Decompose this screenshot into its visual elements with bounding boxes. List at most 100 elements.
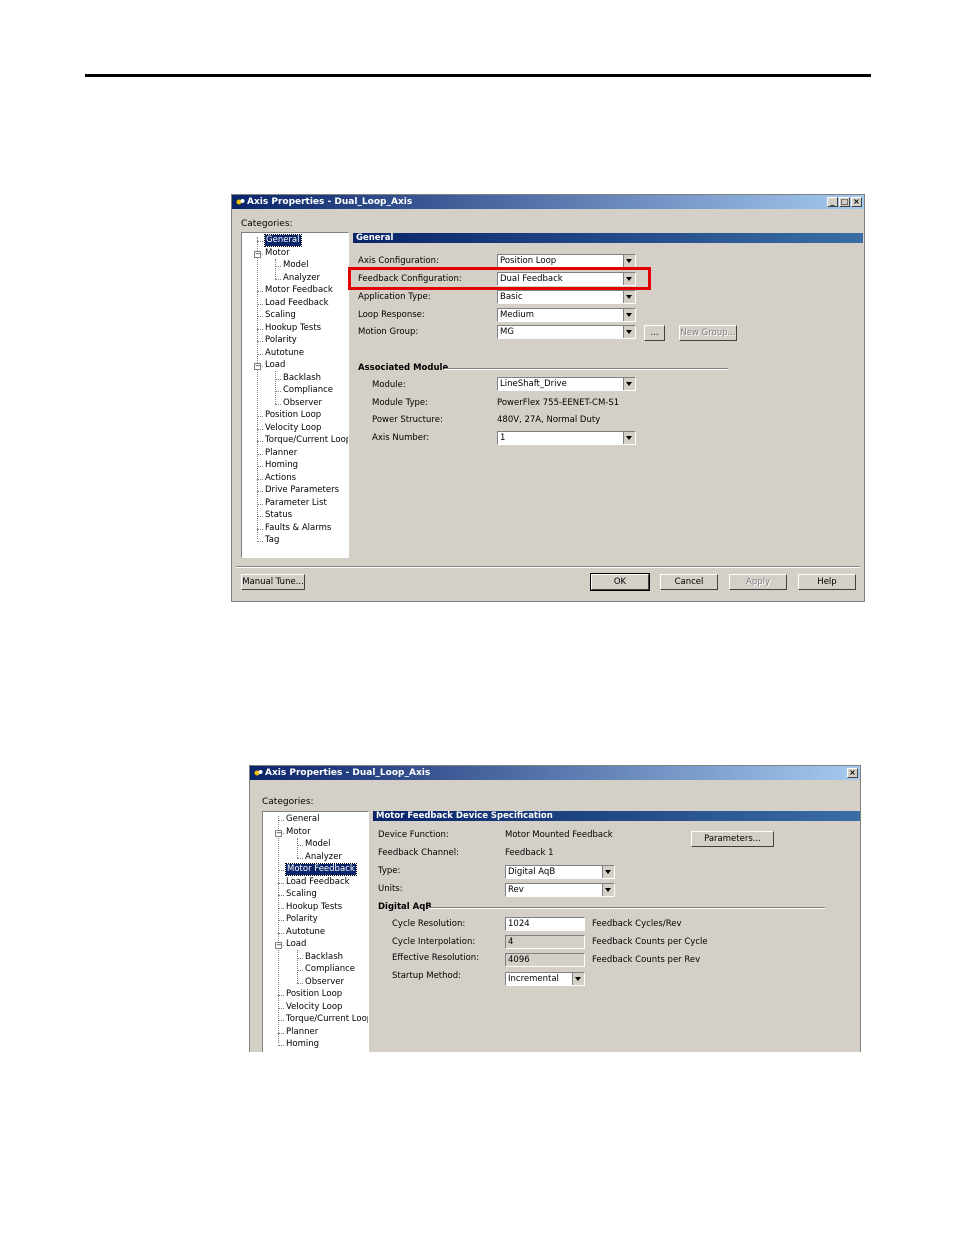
close-button[interactable]: × bbox=[851, 197, 862, 207]
tree-item-planner[interactable]: Planner bbox=[286, 1027, 318, 1038]
tree-item-motor[interactable]: Motor bbox=[265, 248, 290, 259]
axis-configuration-select[interactable]: Position Loop bbox=[497, 254, 636, 268]
tree-item-motor-feedback[interactable]: Motor Feedback bbox=[265, 285, 333, 296]
tree-item-faults-alarms[interactable]: Faults & Alarms bbox=[265, 523, 331, 534]
tree-item-motor-feedback[interactable]: Motor Feedback bbox=[285, 863, 357, 876]
categories-label: Categories: bbox=[241, 219, 293, 229]
chevron-down-icon[interactable] bbox=[602, 884, 614, 896]
chevron-down-icon[interactable] bbox=[623, 255, 635, 267]
tree-item-compliance[interactable]: Compliance bbox=[305, 964, 355, 975]
tree-item-load[interactable]: Load bbox=[265, 360, 285, 371]
tree-connector bbox=[278, 1045, 284, 1046]
title-bar[interactable]: Axis Properties - Dual_Loop_Axis _ □ × bbox=[232, 195, 864, 209]
collapse-icon[interactable]: − bbox=[275, 942, 282, 949]
loop-response-select[interactable]: Medium bbox=[497, 308, 636, 322]
tree-connector bbox=[297, 970, 303, 971]
tree-connector bbox=[297, 845, 303, 846]
chevron-down-icon[interactable] bbox=[572, 973, 584, 985]
tree-item-homing[interactable]: Homing bbox=[265, 460, 298, 471]
tree-connector bbox=[257, 341, 263, 342]
tree-connector bbox=[257, 541, 263, 542]
axis-number-select[interactable]: 1 bbox=[497, 431, 636, 445]
tree-item-parameter-list[interactable]: Parameter List bbox=[265, 498, 327, 509]
title-bar[interactable]: Axis Properties - Dual_Loop_Axis × bbox=[250, 766, 860, 780]
collapse-icon[interactable]: − bbox=[254, 363, 261, 370]
tree-item-backlash[interactable]: Backlash bbox=[305, 952, 343, 963]
categories-tree[interactable]: General − Motor Model Analyzer Motor Feedback… bbox=[241, 232, 349, 558]
cycle-resolution-unit: Feedback Cycles/Rev bbox=[592, 919, 682, 929]
tree-item-general[interactable]: General bbox=[264, 234, 302, 247]
type-label: Type: bbox=[378, 866, 401, 876]
tree-connector bbox=[257, 291, 263, 292]
tree-item-load-feedback[interactable]: Load Feedback bbox=[286, 877, 350, 888]
module-select[interactable]: LineShaft_Drive bbox=[497, 377, 636, 391]
chevron-down-icon[interactable] bbox=[602, 866, 614, 878]
tree-item-autotune[interactable]: Autotune bbox=[286, 927, 325, 938]
cycle-interpolation-value: 4 bbox=[505, 935, 585, 949]
chevron-down-icon[interactable] bbox=[623, 326, 635, 338]
categories-tree[interactable]: General − Motor Model Analyzer Motor Feedback… bbox=[262, 811, 369, 1052]
tree-item-planner[interactable]: Planner bbox=[265, 448, 297, 459]
tree-item-velocity-loop[interactable]: Velocity Loop bbox=[286, 1002, 342, 1013]
tree-item-analyzer[interactable]: Analyzer bbox=[305, 852, 342, 863]
tree-item-general[interactable]: General bbox=[286, 814, 320, 825]
manual-tune-button[interactable]: Manual Tune... bbox=[241, 574, 305, 590]
cycle-resolution-input[interactable]: 1024 bbox=[505, 917, 585, 931]
tree-connector bbox=[278, 1032, 284, 1034]
close-button[interactable]: × bbox=[847, 768, 858, 778]
tree-item-position-loop[interactable]: Position Loop bbox=[265, 410, 321, 421]
chevron-down-icon[interactable] bbox=[623, 291, 635, 303]
tree-item-load[interactable]: Load bbox=[286, 939, 306, 950]
chevron-down-icon[interactable] bbox=[623, 432, 635, 444]
tree-item-model[interactable]: Model bbox=[283, 260, 309, 271]
tree-connector bbox=[257, 303, 263, 305]
tree-item-scaling[interactable]: Scaling bbox=[265, 310, 296, 321]
tree-item-tag[interactable]: Tag bbox=[265, 535, 279, 546]
motion-group-select[interactable]: MG bbox=[497, 325, 636, 339]
tree-item-backlash[interactable]: Backlash bbox=[283, 373, 321, 384]
tree-item-scaling[interactable]: Scaling bbox=[286, 889, 317, 900]
cancel-button[interactable]: Cancel bbox=[660, 574, 718, 590]
bottom-divider bbox=[236, 566, 860, 568]
maximize-button[interactable]: □ bbox=[839, 197, 850, 207]
tree-item-torque-current-loop[interactable]: Torque/Current Loop bbox=[286, 1014, 368, 1025]
application-type-select[interactable]: Basic bbox=[497, 290, 636, 304]
tree-item-analyzer[interactable]: Analyzer bbox=[283, 273, 320, 284]
cycle-resolution-label: Cycle Resolution: bbox=[392, 919, 466, 929]
parameters-button[interactable]: Parameters... bbox=[691, 831, 774, 847]
tree-item-polarity[interactable]: Polarity bbox=[286, 914, 318, 925]
startup-method-select[interactable]: Incremental bbox=[505, 972, 585, 986]
power-structure-label: Power Structure: bbox=[372, 415, 443, 425]
tree-item-actions[interactable]: Actions bbox=[265, 473, 296, 484]
new-group-button[interactable]: New Group... bbox=[679, 325, 737, 341]
minimize-button[interactable]: _ bbox=[827, 197, 838, 207]
tree-item-position-loop[interactable]: Position Loop bbox=[286, 989, 342, 1000]
tree-item-autotune[interactable]: Autotune bbox=[265, 348, 304, 359]
tree-item-hookup-tests[interactable]: Hookup Tests bbox=[286, 902, 342, 913]
browse-motion-group-button[interactable]: ... bbox=[644, 325, 665, 341]
tree-item-compliance[interactable]: Compliance bbox=[283, 385, 333, 396]
tree-item-drive-parameters[interactable]: Drive Parameters bbox=[265, 485, 339, 496]
tree-item-load-feedback[interactable]: Load Feedback bbox=[265, 298, 329, 309]
tree-item-homing[interactable]: Homing bbox=[286, 1039, 319, 1050]
tree-item-observer[interactable]: Observer bbox=[283, 398, 322, 409]
tree-item-torque-current-loop[interactable]: Torque/Current Loop bbox=[265, 435, 348, 446]
tree-item-motor[interactable]: Motor bbox=[286, 827, 311, 838]
tree-item-velocity-loop[interactable]: Velocity Loop bbox=[265, 423, 321, 434]
tree-item-polarity[interactable]: Polarity bbox=[265, 335, 297, 346]
tree-item-hookup-tests[interactable]: Hookup Tests bbox=[265, 323, 321, 334]
apply-button[interactable]: Apply bbox=[729, 574, 787, 590]
tree-item-status[interactable]: Status bbox=[265, 510, 292, 521]
tree-item-observer[interactable]: Observer bbox=[305, 977, 344, 988]
chevron-down-icon[interactable] bbox=[623, 309, 635, 321]
units-select[interactable]: Rev bbox=[505, 883, 615, 897]
chevron-down-icon[interactable] bbox=[623, 378, 635, 390]
ok-button[interactable]: OK bbox=[590, 573, 650, 591]
associated-module-divider bbox=[444, 368, 728, 370]
collapse-icon[interactable]: − bbox=[254, 250, 261, 258]
collapse-icon[interactable]: − bbox=[275, 829, 282, 837]
help-button[interactable]: Help bbox=[798, 574, 856, 590]
tree-item-model[interactable]: Model bbox=[305, 839, 331, 850]
type-select[interactable]: Digital AqB bbox=[505, 865, 615, 879]
associated-module-title: Associated Module bbox=[358, 363, 449, 373]
